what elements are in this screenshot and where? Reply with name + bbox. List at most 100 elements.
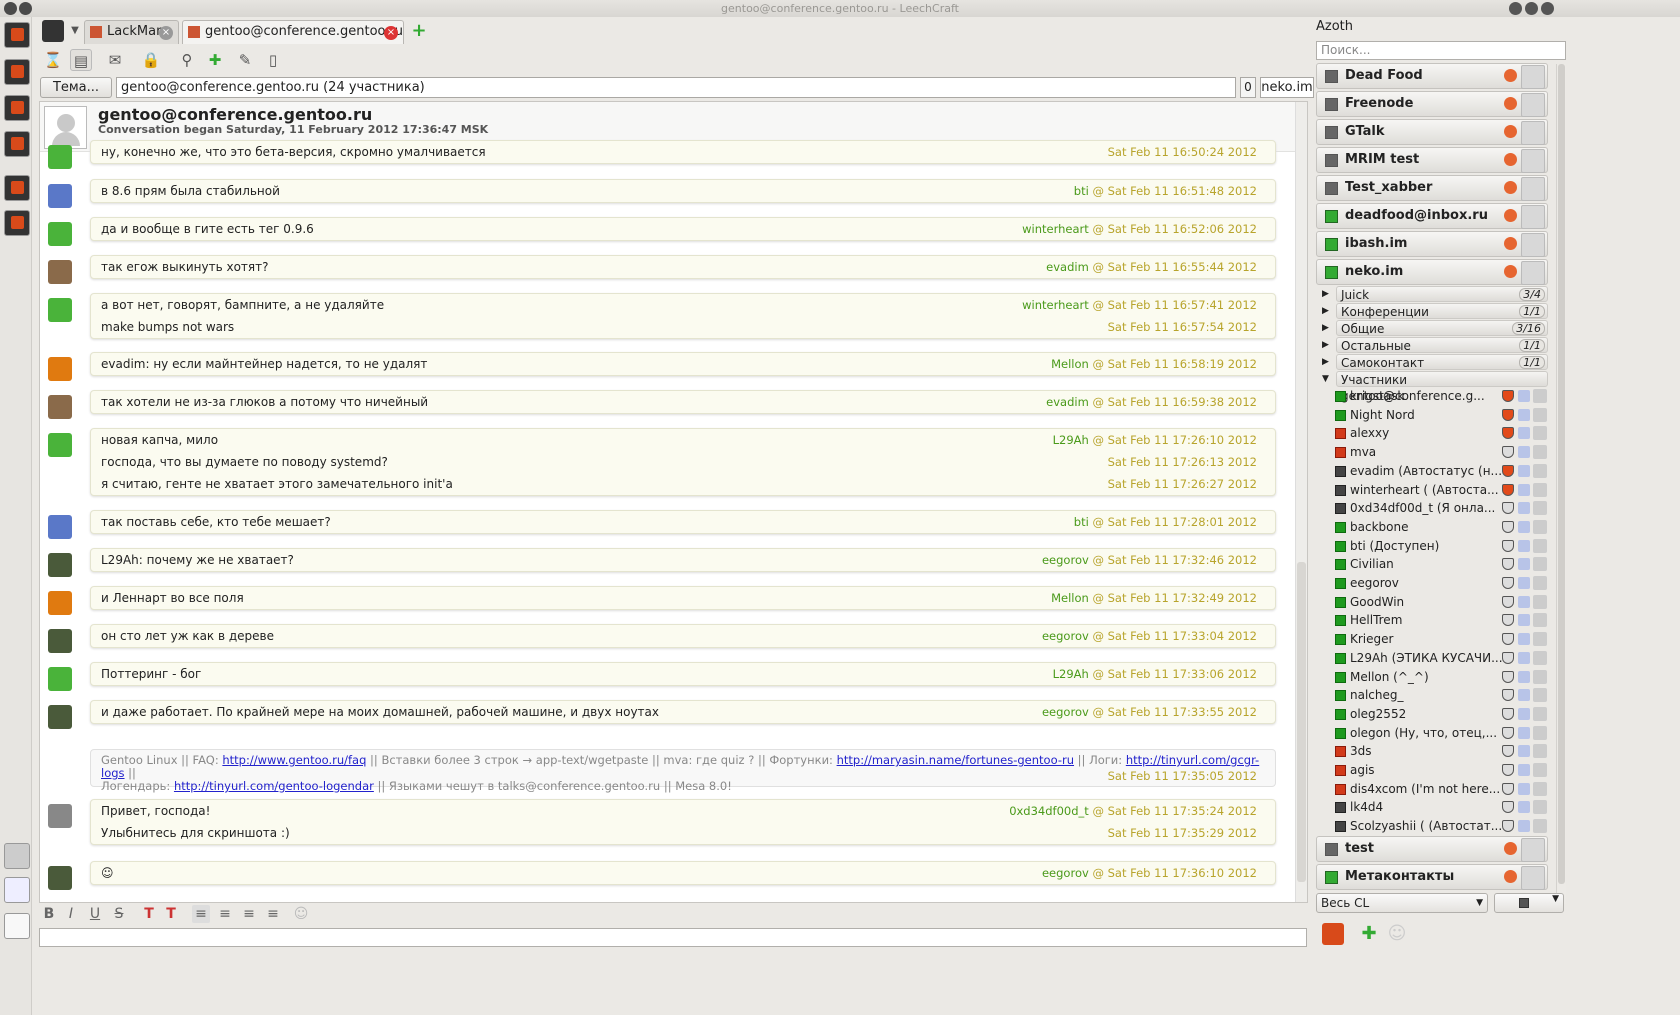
member-item[interactable]: mva bbox=[1332, 443, 1548, 461]
plugin-icon[interactable] bbox=[4, 59, 30, 85]
message-nick[interactable]: evadim bbox=[1046, 395, 1089, 409]
account-dead-food[interactable]: Dead Food bbox=[1316, 63, 1548, 89]
leechcraft-menu-icon[interactable] bbox=[42, 20, 64, 42]
chevron-right-icon[interactable]: ▶ bbox=[1322, 354, 1329, 370]
message-nick[interactable]: winterheart bbox=[1022, 298, 1089, 312]
member-item[interactable]: oleg2552 bbox=[1332, 705, 1548, 723]
group-2[interactable]: ▶ Общие 3/16 bbox=[1316, 320, 1548, 336]
disc-icon[interactable] bbox=[4, 843, 30, 869]
list-icon[interactable] bbox=[4, 131, 30, 157]
lackman-icon[interactable] bbox=[4, 175, 30, 201]
lock-icon[interactable]: 🔒 bbox=[140, 49, 162, 71]
account-test-xabber[interactable]: Test_xabber bbox=[1316, 175, 1548, 201]
topic-field[interactable]: gentoo@conference.gentoo.ru (24 участник… bbox=[116, 77, 1236, 98]
status-combo[interactable]: ▼ bbox=[1494, 893, 1564, 913]
member-item[interactable]: backbone bbox=[1332, 518, 1548, 536]
close-tab-icon[interactable]: × bbox=[384, 26, 398, 40]
member-item[interactable]: HellTrem bbox=[1332, 611, 1548, 629]
topic-button[interactable]: Тема... bbox=[40, 77, 112, 98]
member-item[interactable]: alexxy bbox=[1332, 424, 1548, 442]
member-item[interactable]: Krieger bbox=[1332, 630, 1548, 648]
message-nick[interactable]: winterheart bbox=[1022, 222, 1089, 236]
align-justify-icon[interactable]: ≡ bbox=[264, 905, 282, 923]
member-item[interactable]: 0xd34df00d_t (Я онла... bbox=[1332, 499, 1548, 517]
chevron-right-icon[interactable]: ▶ bbox=[1322, 337, 1329, 353]
account-deadfood-inbox-ru[interactable]: deadfood@inbox.ru bbox=[1316, 203, 1548, 229]
contact-search-input[interactable]: Поиск... bbox=[1316, 41, 1566, 60]
underline-icon[interactable]: U bbox=[86, 905, 104, 923]
message-nick[interactable]: eegorov bbox=[1042, 629, 1089, 643]
bg-color-icon[interactable]: T bbox=[162, 905, 180, 923]
align-left-icon[interactable]: ≡ bbox=[192, 905, 210, 923]
message-nick[interactable]: Mellon bbox=[1051, 591, 1089, 605]
group-4[interactable]: ▶ Самоконтакт 1/1 bbox=[1316, 354, 1548, 370]
clear-icon[interactable]: ▯ bbox=[262, 49, 284, 71]
azoth-menu-icon[interactable] bbox=[1322, 923, 1344, 945]
close-tab-icon[interactable]: × bbox=[159, 26, 173, 40]
notes-icon[interactable]: ▤ bbox=[70, 49, 92, 71]
azoth-icon[interactable] bbox=[4, 95, 30, 121]
member-item[interactable]: Scolzyashii ( (Автостат... bbox=[1332, 817, 1548, 835]
member-item[interactable]: eegorov bbox=[1332, 574, 1548, 592]
logendar-link[interactable]: http://tinyurl.com/gentoo-logendar bbox=[174, 779, 374, 793]
account-freenode[interactable]: Freenode bbox=[1316, 91, 1548, 117]
add-tab-icon[interactable]: + bbox=[408, 20, 430, 42]
nick-field[interactable]: neko.im bbox=[1260, 77, 1314, 98]
maximize-icon[interactable] bbox=[1525, 2, 1538, 15]
send-mail-icon[interactable]: ✉ bbox=[104, 49, 126, 71]
settings-icon[interactable]: ✎ bbox=[234, 49, 256, 71]
align-center-icon[interactable]: ≡ bbox=[216, 905, 234, 923]
feed-icon[interactable] bbox=[4, 210, 30, 236]
account-test[interactable]: test bbox=[1316, 836, 1548, 862]
add-contact-icon[interactable]: ✚ bbox=[1358, 923, 1380, 945]
member-item[interactable]: dis4xcom (I'm not here... bbox=[1332, 780, 1548, 798]
group-3[interactable]: ▶ Остальные 1/1 bbox=[1316, 337, 1548, 353]
scroll-thumb[interactable] bbox=[1558, 64, 1565, 884]
chevron-right-icon[interactable]: ▶ bbox=[1322, 286, 1329, 302]
member-item[interactable]: winterheart ( (Автоста... bbox=[1332, 481, 1548, 499]
account-ibash-im[interactable]: ibash.im bbox=[1316, 231, 1548, 257]
member-item[interactable]: olegon (Ну, что, отец,... bbox=[1332, 724, 1548, 742]
member-item[interactable]: L29Ah (ЭТИКА КУСАЧИ... bbox=[1332, 649, 1548, 667]
message-nick[interactable]: bti bbox=[1074, 515, 1089, 529]
minimize-icon[interactable] bbox=[1509, 2, 1522, 15]
account-метаконтакты[interactable]: Метаконтакты bbox=[1316, 864, 1548, 890]
member-item[interactable]: 3ds bbox=[1332, 742, 1548, 760]
add-contact-icon[interactable]: ✚ bbox=[204, 49, 226, 71]
message-nick[interactable]: eegorov bbox=[1042, 866, 1089, 880]
account-neko-im[interactable]: neko.im bbox=[1316, 259, 1548, 285]
chat-scrollbar[interactable] bbox=[1295, 102, 1307, 902]
member-item[interactable]: lk4d4 bbox=[1332, 798, 1548, 816]
message-nick[interactable]: L29Ah bbox=[1053, 667, 1089, 681]
member-item[interactable]: krigstask bbox=[1332, 387, 1548, 405]
group-1[interactable]: ▶ Конференции 1/1 bbox=[1316, 303, 1548, 319]
message-input[interactable] bbox=[39, 928, 1307, 947]
close-window-icon[interactable] bbox=[1541, 2, 1554, 15]
message-nick[interactable]: bti bbox=[1074, 184, 1089, 198]
message-nick[interactable]: L29Ah bbox=[1053, 433, 1089, 447]
strike-icon[interactable]: S bbox=[110, 905, 128, 923]
member-item[interactable]: Civilian bbox=[1332, 555, 1548, 573]
window-sticky-icon[interactable] bbox=[19, 2, 32, 15]
chat-view[interactable]: gentoo@conference.gentoo.ru Conversation… bbox=[39, 101, 1308, 903]
smiley-icon[interactable]: ☺ bbox=[292, 905, 310, 923]
contact-scrollbar[interactable] bbox=[1556, 64, 1566, 904]
member-item[interactable]: agis bbox=[1332, 761, 1548, 779]
member-item[interactable]: bti (Доступен) bbox=[1332, 537, 1548, 555]
member-item[interactable]: nalcheg_ bbox=[1332, 686, 1548, 704]
italic-icon[interactable]: I bbox=[62, 905, 80, 923]
chevron-down-icon[interactable]: ▼ bbox=[1322, 371, 1329, 387]
message-nick[interactable]: 0xd34df00d_t bbox=[1009, 804, 1089, 818]
history-icon[interactable]: ⌛ bbox=[42, 49, 64, 71]
member-item[interactable]: GoodWin bbox=[1332, 593, 1548, 611]
account-mrim-test[interactable]: MRIM test bbox=[1316, 147, 1548, 173]
group-0[interactable]: ▶ Juick 3/4 bbox=[1316, 286, 1548, 302]
account-gtalk[interactable]: GTalk bbox=[1316, 119, 1548, 145]
faq-link[interactable]: http://www.gentoo.ru/faq bbox=[222, 753, 366, 767]
attach-icon[interactable]: ⚲ bbox=[176, 49, 198, 71]
message-nick[interactable]: eegorov bbox=[1042, 553, 1089, 567]
member-item[interactable]: evadim (Автостатус (н... bbox=[1332, 462, 1548, 480]
tab-conference[interactable]: gentoo@conference.gentoo.ru × bbox=[182, 20, 404, 44]
window-menu-icon[interactable] bbox=[4, 2, 17, 15]
chevron-right-icon[interactable]: ▶ bbox=[1322, 320, 1329, 336]
